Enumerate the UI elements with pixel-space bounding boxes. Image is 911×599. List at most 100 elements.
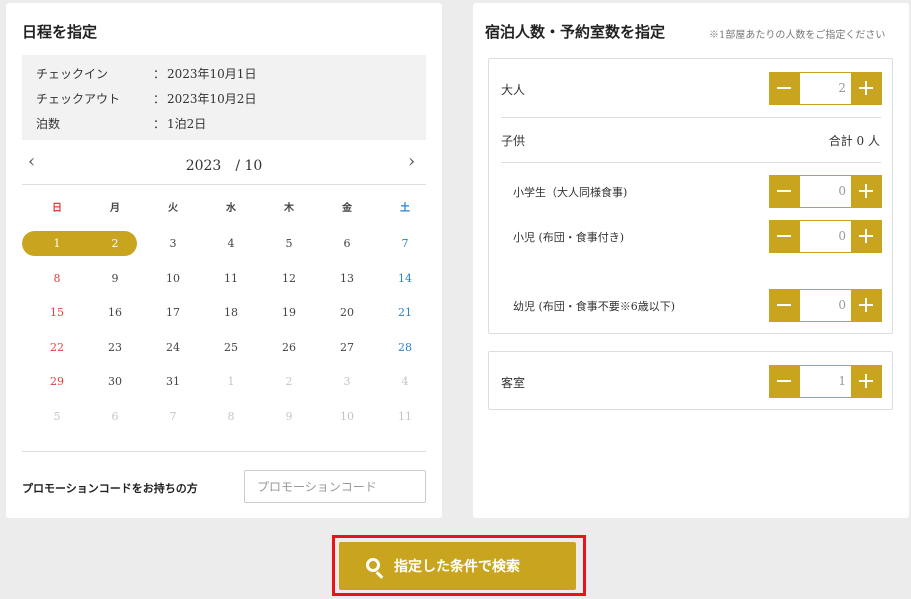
calendar-day-next-month: 6: [111, 410, 119, 423]
calendar-day[interactable]: 15: [28, 303, 86, 323]
calendar-day[interactable]: 22: [28, 338, 86, 358]
calendar-day[interactable]: 25: [202, 338, 260, 358]
schedule-panel: 日程を指定 チェックイン： 2023年10月1日 チェックアウト： 2023年10月…: [6, 3, 442, 518]
infant-plus-button[interactable]: [851, 220, 882, 253]
search-icon: [366, 558, 380, 572]
calendar-day-next-month: 11: [398, 410, 412, 423]
calendar-day-next-month: 10: [340, 410, 354, 423]
calendar-day-next-month: 9: [285, 410, 293, 423]
adult-stepper: 2: [769, 72, 882, 105]
calendar-day[interactable]: 14: [376, 269, 434, 289]
checkin-row: チェックイン ： 2023年10月1日: [36, 66, 256, 82]
calendar-day[interactable]: 27: [318, 338, 376, 358]
adult-minus-button[interactable]: [769, 72, 800, 105]
calendar-day[interactable]: 29: [28, 372, 86, 392]
room-plus-button[interactable]: [851, 365, 882, 398]
room-minus-button[interactable]: [769, 365, 800, 398]
elementary-label: 小学生（大人同様食事): [513, 186, 628, 199]
elementary-value[interactable]: 0: [800, 176, 851, 207]
search-button[interactable]: 指定した条件で検索: [339, 542, 576, 590]
weekday-header: 日月火水木金土: [22, 190, 430, 224]
calendar-day-next-month: 3: [343, 375, 351, 388]
calendar-day[interactable]: 16: [86, 303, 144, 323]
calendar-day[interactable]: 2: [86, 234, 144, 254]
calendar-day[interactable]: 30: [86, 372, 144, 392]
calendar-day[interactable]: 26: [260, 338, 318, 358]
room-value[interactable]: 1: [800, 366, 851, 397]
checkout-row: チェックアウト ： 2023年10月2日: [36, 91, 256, 107]
calendar-day-next-month: 8: [227, 410, 235, 423]
calendar-month: 2023 / 10: [185, 158, 263, 174]
divider: [501, 117, 881, 118]
calendar-day-next-month: 5: [53, 410, 61, 423]
infant-minus-button[interactable]: [769, 220, 800, 253]
infant-stepper: 0: [769, 220, 882, 253]
adult-value[interactable]: 2: [800, 73, 851, 104]
next-month-button[interactable]: ›: [408, 152, 415, 172]
calendar-day[interactable]: 9: [86, 269, 144, 289]
calendar-week: 5 6 7 8 9 10 11: [22, 407, 430, 441]
weekday-label: 木: [284, 203, 294, 214]
calendar-day[interactable]: 23: [86, 338, 144, 358]
calendar-day[interactable]: 24: [144, 338, 202, 358]
calendar-day[interactable]: 28: [376, 338, 434, 358]
baby-stepper: 0: [769, 289, 882, 322]
calendar-day-next-month: 1: [227, 375, 235, 388]
calendar-day[interactable]: 13: [318, 269, 376, 289]
checkout-value: 2023年10月2日: [167, 92, 257, 106]
guests-title: 宿泊人数・予約室数を指定: [485, 23, 666, 41]
calendar-day-next-month: 4: [401, 375, 409, 388]
baby-value[interactable]: 0: [800, 290, 851, 321]
calendar-day[interactable]: 12: [260, 269, 318, 289]
infant-label: 小児 (布団・食事付き): [513, 231, 625, 244]
calendar-day[interactable]: 8: [28, 269, 86, 289]
calendar-day[interactable]: 20: [318, 303, 376, 323]
calendar-day[interactable]: 6: [318, 234, 376, 254]
guest-count-box: 大人 2 子供 合計 0 人 小学生（大人同様食事) 0 小児 (布団・食事付き…: [488, 58, 893, 334]
calendar-day-next-month: 7: [169, 410, 177, 423]
calendar-day[interactable]: 19: [260, 303, 318, 323]
calendar-day[interactable]: 31: [144, 372, 202, 392]
colon: ：: [153, 67, 166, 81]
divider: [501, 162, 881, 163]
calendar-week: 1234567: [22, 234, 430, 268]
calendar-day[interactable]: 21: [376, 303, 434, 323]
calendar-day-next-month: 2: [285, 375, 293, 388]
divider: [22, 184, 426, 185]
room-count-box: 客室 1: [488, 351, 893, 410]
promo-label: プロモーションコードをお持ちの方: [22, 482, 198, 495]
adult-plus-button[interactable]: [851, 72, 882, 105]
elementary-stepper: 0: [769, 175, 882, 208]
colon: ：: [153, 92, 166, 106]
baby-label: 幼児 (布団・食事不要※6歳以下): [513, 300, 676, 313]
baby-plus-button[interactable]: [851, 289, 882, 322]
checkin-value: 2023年10月1日: [167, 67, 257, 81]
weekday-label: 水: [226, 203, 236, 214]
baby-minus-button[interactable]: [769, 289, 800, 322]
weekday-label: 日: [52, 203, 62, 214]
promo-code-input[interactable]: [244, 470, 426, 503]
calendar-day[interactable]: 3: [144, 234, 202, 254]
calendar-day[interactable]: 11: [202, 269, 260, 289]
calendar-day[interactable]: 1: [28, 234, 86, 254]
elementary-plus-button[interactable]: [851, 175, 882, 208]
stay-summary: チェックイン： 2023年10月1日 チェックアウト ： 2023年10月2日 泊数 ：…: [22, 55, 426, 140]
calendar-day[interactable]: 17: [144, 303, 202, 323]
weekday-label: 火: [168, 203, 178, 214]
calendar-day[interactable]: 10: [144, 269, 202, 289]
children-label: 子供: [501, 134, 526, 148]
calendar-day[interactable]: 7: [376, 234, 434, 254]
nights-label: 泊数: [36, 117, 61, 131]
infant-value[interactable]: 0: [800, 221, 851, 252]
calendar-day[interactable]: 4: [202, 234, 260, 254]
adult-label: 大人: [501, 83, 526, 97]
calendar-day[interactable]: 5: [260, 234, 318, 254]
divider: [22, 451, 426, 452]
room-stepper: 1: [769, 365, 882, 398]
elementary-minus-button[interactable]: [769, 175, 800, 208]
guests-panel: 宿泊人数・予約室数を指定 ※1部屋あたりの人数をご指定ください 大人 2 子供 …: [473, 3, 909, 518]
calendar-day[interactable]: 18: [202, 303, 260, 323]
checkout-label: チェックアウト: [36, 92, 121, 106]
nights-row: 泊数 ： 1泊2日: [36, 116, 206, 132]
colon: ：: [153, 117, 166, 131]
